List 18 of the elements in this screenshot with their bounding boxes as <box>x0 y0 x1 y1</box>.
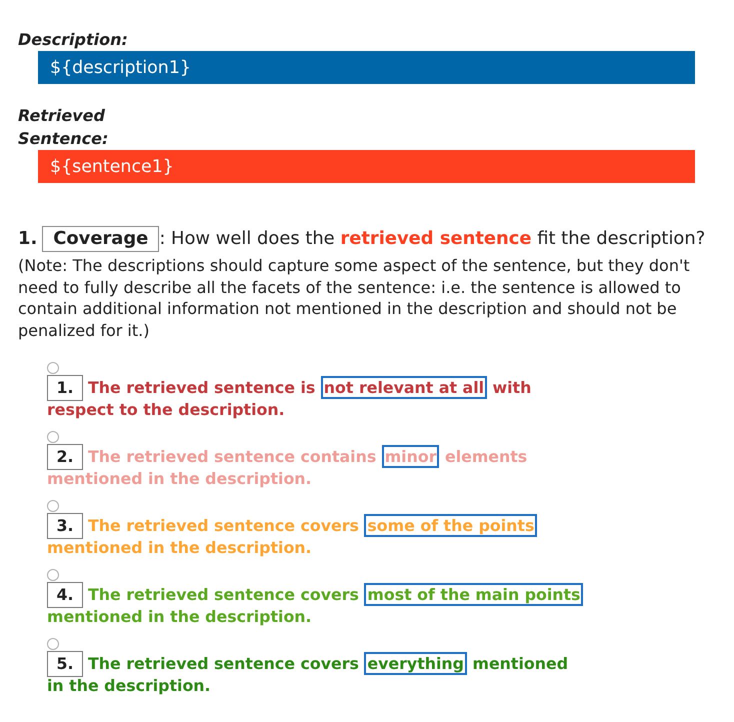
question-title: Coverage <box>42 226 160 252</box>
option-number: 5. <box>47 651 83 677</box>
question-text: : How well does the retrieved sentence fit the description? <box>159 227 706 251</box>
option-number: 2. <box>47 444 83 470</box>
radio-button[interactable] <box>47 362 59 374</box>
question-number: 1. <box>18 227 38 251</box>
radio-button[interactable] <box>47 638 59 650</box>
field-label: Description: <box>18 29 128 51</box>
value-banner: ${description1} <box>38 51 695 84</box>
option-number: 1. <box>47 375 83 401</box>
radio-button[interactable] <box>47 500 59 512</box>
value-banner: ${sentence1} <box>38 150 695 183</box>
radio-button[interactable] <box>47 569 59 581</box>
question-note: (Note: The descriptions should capture some aspect of the sentence, but they don't need to fully describe all the facets of the sentence: i.e. the sentence is allowed to contain additional information not mentioned in the description and should not be penalized for it.) <box>18 255 691 341</box>
option-number: 4. <box>47 582 83 608</box>
option-number: 3. <box>47 513 83 539</box>
radio-button[interactable] <box>47 431 59 443</box>
field-label: Retrieved Sentence: <box>18 105 108 150</box>
